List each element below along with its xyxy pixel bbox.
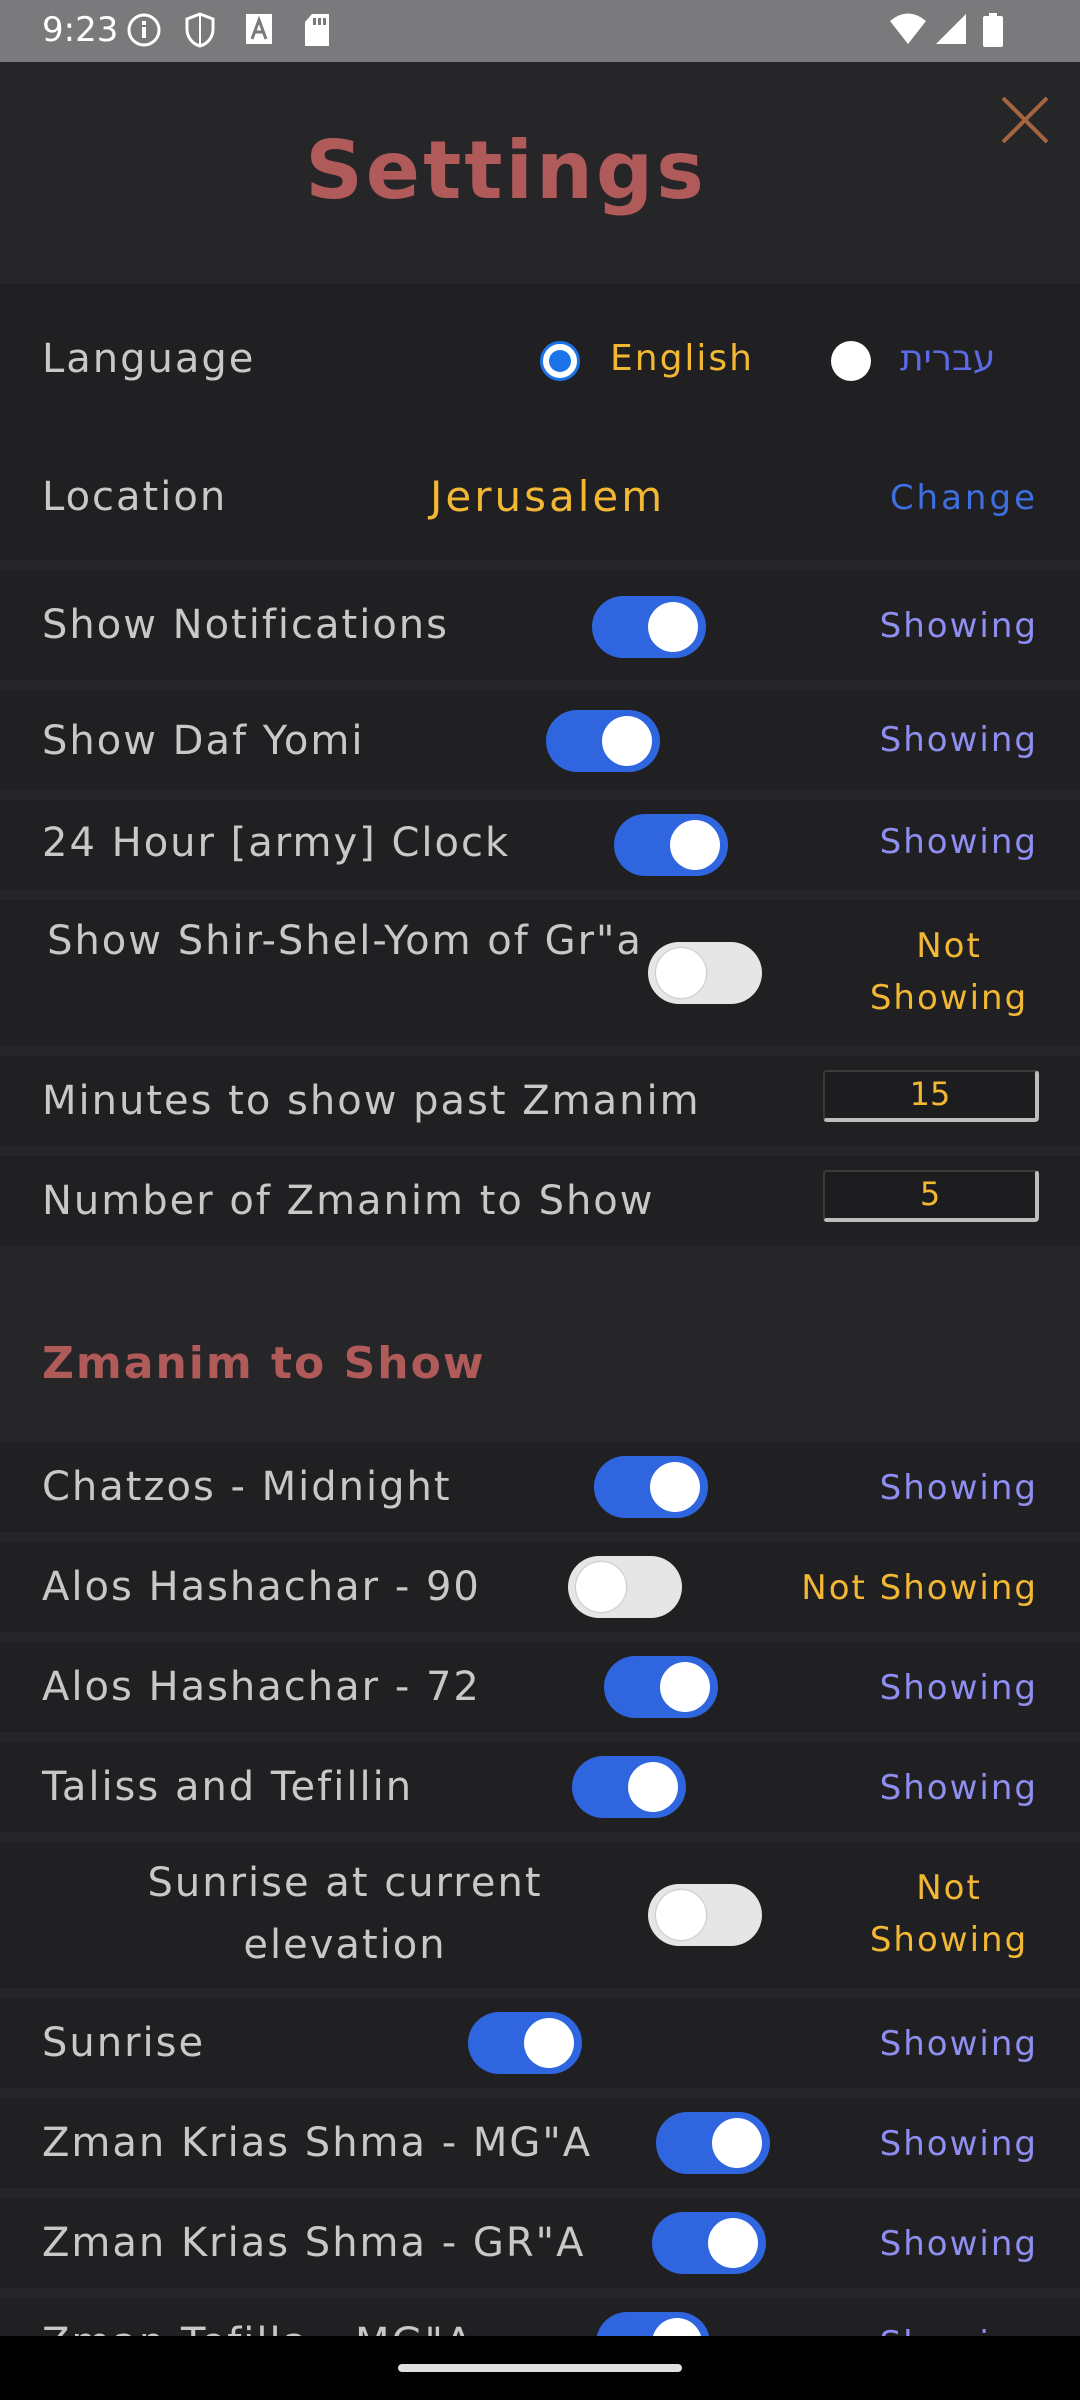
minutes-past-input[interactable]: 15 xyxy=(823,1070,1039,1122)
setting-row-number-of-zmanim: Number of Zmanim to Show 5 xyxy=(0,1156,1080,1246)
alos-90-toggle[interactable] xyxy=(568,1556,682,1618)
zman-label: Taliss and Tefillin xyxy=(42,1764,414,1810)
zman-label: Sunrise xyxy=(42,2020,206,2066)
chatzos-toggle[interactable] xyxy=(594,1456,708,1518)
setting-row-minutes-past: Minutes to show past Zmanim 15 xyxy=(0,1056,1080,1146)
zman-status: Showing xyxy=(879,2024,1038,2064)
setting-label: 24 Hour [army] Clock xyxy=(42,820,511,866)
zman-row-alos-72: Alos Hashachar - 72 Showing xyxy=(0,1642,1080,1732)
status-time: 9:23 xyxy=(42,10,119,50)
setting-status: Showing xyxy=(879,822,1038,862)
page-title: Settings xyxy=(305,124,707,217)
zman-row-shma-mga: Zman Krias Shma - MG"A Showing xyxy=(0,2098,1080,2188)
zman-row-chatzos: Chatzos - Midnight Showing xyxy=(0,1442,1080,1532)
shma-mga-toggle[interactable] xyxy=(656,2112,770,2174)
navigation-bar xyxy=(0,2336,1080,2400)
zman-status: Not Showing xyxy=(869,1868,1029,1960)
zman-status: Showing xyxy=(879,1468,1038,1508)
language-option-english[interactable]: English xyxy=(610,338,754,379)
zman-status: Showing xyxy=(879,1668,1038,1708)
location-row: Location Jerusalem Change xyxy=(0,442,1080,560)
setting-label: Show Daf Yomi xyxy=(42,718,365,764)
signal-icon xyxy=(936,14,966,44)
location-label: Location xyxy=(42,474,228,520)
zman-status: Showing xyxy=(879,2224,1038,2264)
zman-row-sunrise-elevation: Sunrise at current elevation Not Showing xyxy=(0,1842,1080,1988)
radio-english[interactable] xyxy=(540,341,580,381)
zman-status: Showing xyxy=(880,2324,1038,2336)
zman-label: Alos Hashachar - 72 xyxy=(42,1664,481,1710)
setting-row-24-hour-clock: 24 Hour [army] Clock Showing xyxy=(0,800,1080,890)
shma-gra-toggle[interactable] xyxy=(652,2212,766,2274)
setting-label: Minutes to show past Zmanim xyxy=(42,1078,701,1124)
zman-label: Zman Krias Shma - MG"A xyxy=(42,2120,593,2166)
language-option-hebrew[interactable]: עברית xyxy=(900,338,995,379)
sunrise-elevation-toggle[interactable] xyxy=(648,1884,762,1946)
sd-card-icon xyxy=(305,14,329,46)
tefilla-mga-toggle[interactable] xyxy=(596,2312,710,2336)
status-bar: 9:23 xyxy=(0,0,1080,62)
battery-icon xyxy=(983,13,1003,47)
location-value: Jerusalem xyxy=(430,472,666,521)
zman-row-shma-gra: Zman Krias Shma - GR"A Showing xyxy=(0,2198,1080,2288)
language-row: Language English עברית xyxy=(0,284,1080,442)
zman-status: Showing xyxy=(879,1768,1038,1808)
wifi-icon xyxy=(890,13,926,44)
setting-row-shir-shel-yom: Show Shir-Shel-Yom of Gr"a Not Showing xyxy=(0,900,1080,1046)
zman-row-taliss: Taliss and Tefillin Showing xyxy=(0,1742,1080,1832)
zman-row-sunrise: Sunrise Showing xyxy=(0,1998,1080,2088)
number-of-zmanim-input[interactable]: 5 xyxy=(823,1170,1039,1222)
zman-label: Zman Tefilla - MG"A xyxy=(42,2320,474,2336)
24-hour-clock-toggle[interactable] xyxy=(614,814,728,876)
home-gesture-handle[interactable] xyxy=(398,2364,682,2372)
shield-icon xyxy=(185,12,215,48)
zman-label: Chatzos - Midnight xyxy=(42,1464,452,1510)
zmanim-section-title: Zmanim to Show xyxy=(42,1338,486,1389)
zman-label: Zman Krias Shma - GR"A xyxy=(42,2220,586,2266)
setting-row-notifications: Show Notifications Showing xyxy=(0,570,1080,680)
language-label: Language xyxy=(42,336,256,382)
font-icon xyxy=(246,14,272,44)
info-icon xyxy=(127,13,161,47)
setting-label: Show Notifications xyxy=(42,602,449,648)
notifications-toggle[interactable] xyxy=(592,596,706,658)
zman-label: Alos Hashachar - 90 xyxy=(42,1564,481,1610)
setting-row-daf-yomi: Show Daf Yomi Showing xyxy=(0,690,1080,790)
zman-label: Sunrise at current elevation xyxy=(147,1860,543,1968)
setting-status: Showing xyxy=(879,720,1038,760)
radio-hebrew[interactable] xyxy=(831,341,871,381)
change-location-button[interactable]: Change xyxy=(890,478,1038,518)
daf-yomi-toggle[interactable] xyxy=(546,710,660,772)
zman-status: Not Showing xyxy=(801,1568,1038,1608)
settings-screen: Settings Language English עברית Location… xyxy=(0,62,1080,2336)
setting-status: Not Showing xyxy=(869,926,1029,1018)
setting-label: Show Shir-Shel-Yom of Gr"a xyxy=(47,918,643,964)
setting-label: Number of Zmanim to Show xyxy=(42,1178,655,1224)
setting-status: Showing xyxy=(879,606,1038,646)
alos-72-toggle[interactable] xyxy=(604,1656,718,1718)
taliss-toggle[interactable] xyxy=(572,1756,686,1818)
shir-shel-yom-toggle[interactable] xyxy=(648,942,762,1004)
zman-row-alos-90: Alos Hashachar - 90 Not Showing xyxy=(0,1542,1080,1632)
zman-row-tefilla-mga: Zman Tefilla - MG"A Showing xyxy=(0,2298,1080,2336)
zman-status: Showing xyxy=(879,2124,1038,2164)
sunrise-toggle[interactable] xyxy=(468,2012,582,2074)
